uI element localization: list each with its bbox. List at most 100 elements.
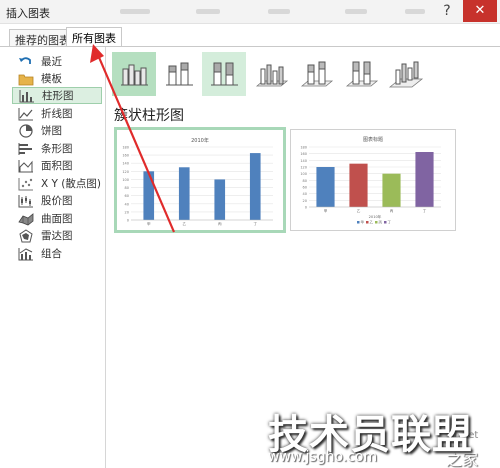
y-tick-label: 0 — [127, 219, 129, 223]
sidebar-item-surface[interactable]: 曲面图 — [12, 210, 102, 227]
undo-icon — [18, 55, 34, 69]
percent-stacked-column-icon — [211, 62, 238, 86]
y-tick-label: 120 — [300, 166, 307, 170]
x-tick-label: 甲 — [324, 208, 328, 213]
x-tick-label: 丁 — [253, 222, 257, 226]
bar — [178, 167, 190, 220]
y-tick-label: 60 — [125, 194, 129, 198]
sidebar-item-scatter[interactable]: X Y (散点图) — [12, 175, 102, 192]
dialog-tabs: 推荐的图表 所有图表 — [0, 24, 500, 47]
x-axis-label: 2010年 — [369, 214, 382, 219]
sidebar-item-line[interactable]: 折线图 — [12, 105, 102, 122]
y-tick-label: 80 — [125, 186, 129, 190]
y-tick-label: 60 — [303, 186, 307, 190]
chart-preview-2[interactable]: 图表标题 0 20 40 60 80 100 120 140 160 180 甲乙丙丁 2010年甲乙… — [290, 129, 456, 231]
3d-column-icon — [388, 61, 424, 88]
dialog-titlebar: 插入图表 ? ✕ — [0, 0, 500, 24]
legend-label: 甲 — [361, 221, 364, 225]
x-tick-label: 乙 — [182, 221, 186, 226]
y-tick-label: 180 — [300, 146, 307, 150]
tab-all-charts[interactable]: 所有图表 — [66, 27, 122, 47]
bar — [382, 173, 401, 207]
chart-preview-1[interactable]: 2010年 0 20 40 60 80 100 120 140 160 180 甲乙丙丁 — [114, 127, 286, 233]
sidebar-item-column[interactable]: 柱形图 — [12, 87, 102, 104]
y-tick-label: 120 — [122, 170, 129, 174]
line-chart-icon — [18, 107, 34, 121]
sidebar-item-pie[interactable]: 饼图 — [12, 122, 102, 139]
sidebar-item-label: 雷达图 — [41, 230, 73, 242]
bar — [316, 167, 335, 207]
y-tick-label: 40 — [303, 192, 307, 196]
sidebar-item-templates[interactable]: 模板 — [12, 70, 102, 87]
3d-column-button[interactable] — [384, 52, 428, 96]
sidebar-item-label: 面积图 — [41, 160, 73, 172]
chart-preview-1-plot: 0 20 40 60 80 100 120 140 160 180 甲 乙 丙 丁 — [122, 146, 273, 226]
sidebar-item-radar[interactable]: 雷达图 — [12, 227, 102, 244]
chart-subtype-toolbar — [112, 52, 442, 96]
sidebar-item-label: 柱形图 — [42, 90, 74, 102]
help-button[interactable]: ? — [436, 1, 458, 21]
bar — [249, 153, 261, 220]
legend-label: 乙 — [370, 220, 374, 225]
bar — [349, 163, 368, 207]
bar — [415, 152, 434, 207]
background-ribbon-ghost — [196, 9, 220, 14]
radar-chart-icon — [18, 228, 34, 243]
watermark-url: www.jsgho.com — [268, 449, 378, 465]
y-tick-label: 20 — [303, 199, 307, 203]
background-ribbon-ghost — [120, 9, 150, 14]
legend-label: 丙 — [379, 221, 383, 225]
sidebar-item-combo[interactable]: 组合 — [12, 245, 102, 262]
area-chart-icon — [18, 159, 34, 173]
background-ribbon-ghost — [345, 9, 367, 14]
site-watermark: 51.net 之家 技术员联盟 www.jsgho.com — [268, 402, 500, 468]
3d-stacked-column-button[interactable] — [294, 52, 338, 96]
stacked-column-button[interactable] — [157, 52, 201, 96]
sidebar-item-label: 曲面图 — [41, 213, 73, 225]
close-button[interactable]: ✕ — [463, 0, 497, 22]
sidebar-item-stock[interactable]: 股价图 — [12, 192, 102, 209]
combo-chart-icon — [18, 247, 34, 261]
sidebar-item-label: 折线图 — [41, 108, 73, 120]
3d-clustered-column-button[interactable] — [249, 52, 293, 96]
y-tick-label: 0 — [305, 206, 307, 210]
chart-subtype-title: 簇状柱形图 — [114, 108, 184, 124]
surface-chart-icon — [18, 212, 34, 226]
percent-stacked-column-button[interactable] — [202, 52, 246, 96]
chart-preview-2-plot: 020406080100120140160180甲乙丙丁2010年甲乙丙丁 — [300, 146, 441, 225]
sidebar-item-bar[interactable]: 条形图 — [12, 140, 102, 157]
pie-chart-icon — [18, 123, 34, 138]
y-tick-label: 180 — [122, 146, 129, 150]
y-tick-label: 160 — [122, 154, 129, 158]
background-ribbon-ghost — [268, 9, 290, 14]
y-tick-label: 20 — [125, 210, 129, 214]
background-ribbon-ghost — [405, 9, 425, 14]
stock-chart-icon — [18, 194, 34, 208]
stacked-column-icon — [166, 62, 193, 86]
scatter-chart-icon — [18, 177, 34, 191]
column-chart-icon — [19, 89, 35, 103]
chart-category-sidebar: 最近 模板 柱形图 折线图 饼图 条形图 面积图 X Y (散点图) 股价图 曲… — [12, 52, 104, 460]
y-tick-label: 80 — [303, 179, 307, 183]
3d-stacked-column-icon — [300, 61, 334, 87]
3d-percent-stacked-column-button[interactable] — [339, 52, 383, 96]
x-tick-label: 丙 — [218, 221, 222, 226]
legend-swatch — [375, 221, 378, 224]
tab-divider — [0, 46, 500, 47]
x-tick-label: 甲 — [147, 221, 151, 226]
sidebar-item-area[interactable]: 面积图 — [12, 157, 102, 174]
legend-swatch — [357, 221, 360, 224]
x-tick-label: 乙 — [357, 208, 361, 213]
sidebar-item-recent[interactable]: 最近 — [12, 53, 102, 70]
bar — [214, 179, 226, 220]
clustered-column-button[interactable] — [112, 52, 156, 96]
bar — [143, 171, 155, 220]
legend-swatch — [366, 221, 369, 224]
sidebar-item-label: 股价图 — [41, 195, 73, 207]
sidebar-item-label: 饼图 — [41, 125, 62, 137]
x-tick-label: 丙 — [390, 208, 394, 213]
x-tick-label: 丁 — [423, 209, 427, 213]
y-tick-label: 140 — [300, 159, 307, 163]
y-tick-label: 100 — [122, 178, 129, 182]
sidebar-divider — [105, 47, 106, 468]
